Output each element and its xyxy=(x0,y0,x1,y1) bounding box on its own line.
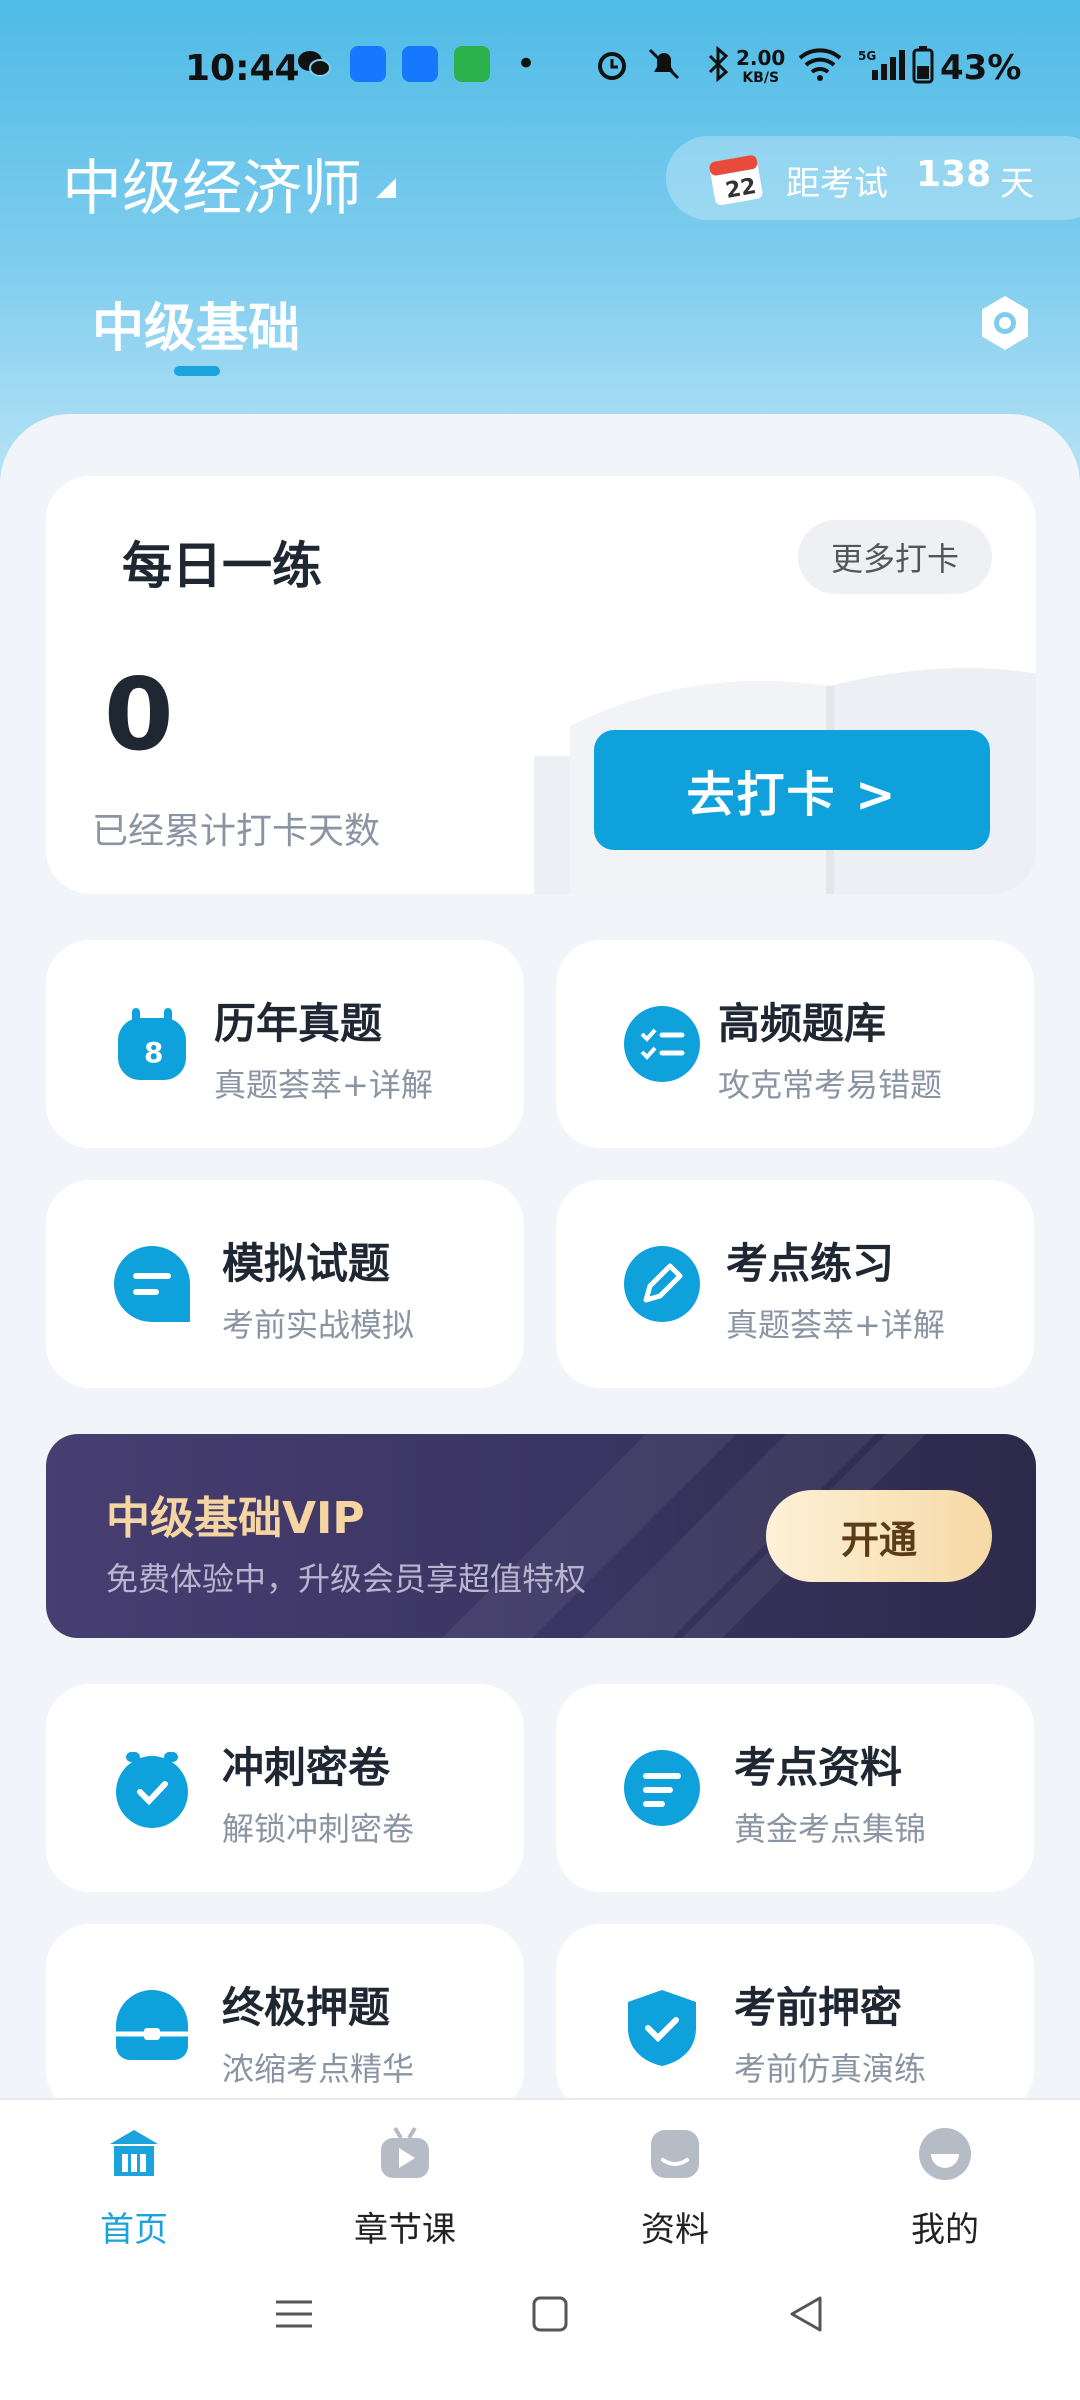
alarm-check-icon xyxy=(116,1752,188,1828)
more-notifications-icon: • xyxy=(516,44,537,84)
feature-title: 终极押题 xyxy=(222,1983,391,2032)
vip-title: 中级基础VIP xyxy=(106,1493,365,1544)
wifi-icon xyxy=(798,46,842,82)
feature-subtitle: 考前仿真演练 xyxy=(734,2050,927,2088)
feature-subtitle: 解锁冲刺密卷 xyxy=(222,1810,415,1848)
settings-icon[interactable] xyxy=(974,292,1036,354)
feature-title: 冲刺密卷 xyxy=(222,1743,391,1792)
vip-banner[interactable]: 中级基础VIP 免费体验中，升级会员享超值特权 开通 xyxy=(46,1434,1036,1638)
wechat-icon xyxy=(296,46,332,82)
feature-title: 考前押密 xyxy=(734,1983,903,2032)
tab-basic[interactable]: 中级基础 xyxy=(92,286,300,361)
feature-title: 高频题库 xyxy=(718,999,887,1048)
network-rate-value: 2.00 xyxy=(736,46,786,70)
mute-icon xyxy=(646,46,682,82)
alarm-icon xyxy=(594,46,630,82)
svg-text:8: 8 xyxy=(144,1036,163,1069)
network-rate: 2.00 KB/S xyxy=(736,48,785,88)
feature-subtitle: 真题荟萃+详解 xyxy=(214,1066,433,1104)
checkin-count-label: 已经累计打卡天数 xyxy=(92,811,381,852)
countdown-days: 138 xyxy=(916,154,992,195)
signal-icon: 5G xyxy=(858,46,906,82)
feature-subtitle: 考前实战模拟 xyxy=(222,1306,415,1344)
chat-bubble-icon xyxy=(114,1246,190,1322)
profile-icon xyxy=(919,2128,971,2180)
exam-countdown[interactable]: 22 距考试 138 天 xyxy=(666,136,1080,220)
briefcase-icon xyxy=(116,1990,188,2060)
vip-subtitle: 免费体验中，升级会员享超值特权 xyxy=(106,1560,587,1598)
message-icon xyxy=(454,46,490,82)
feature-title: 历年真题 xyxy=(214,999,383,1048)
feature-subtitle: 攻克常考易错题 xyxy=(718,1066,943,1104)
shield-check-icon xyxy=(628,1990,696,2066)
feature-point-materials[interactable]: 考点资料 黄金考点集锦 xyxy=(556,1684,1034,1892)
pencil-icon xyxy=(624,1246,700,1322)
feature-title: 考点资料 xyxy=(734,1743,903,1792)
checkin-count: 0 xyxy=(104,656,174,773)
bottom-nav: 首页 章节课 资料 我的 xyxy=(0,2100,1080,2260)
feature-final-predictions[interactable]: 终极押题 浓缩考点精华 xyxy=(46,1924,524,2114)
bluetooth-icon xyxy=(700,45,736,83)
home-square-icon[interactable] xyxy=(528,2292,572,2336)
nav-label: 资料 xyxy=(641,2210,709,2250)
tab-indicator xyxy=(174,366,220,376)
nav-profile[interactable]: 我的 xyxy=(845,2100,1045,2260)
nav-label: 章节课 xyxy=(354,2210,456,2250)
nav-home[interactable]: 首页 xyxy=(34,2100,234,2260)
material-icon xyxy=(651,2130,699,2178)
countdown-unit: 天 xyxy=(1000,164,1034,204)
system-nav-bar xyxy=(0,2260,1080,2400)
countdown-label: 距考试 xyxy=(786,164,888,204)
feature-sprint-papers[interactable]: 冲刺密卷 解锁冲刺密卷 xyxy=(46,1684,524,1892)
svg-text:5G: 5G xyxy=(858,49,876,63)
calendar-icon: 8 xyxy=(118,1008,186,1080)
menu-icon[interactable] xyxy=(272,2292,316,2336)
tv-play-icon xyxy=(381,2126,429,2178)
feature-title: 考点练习 xyxy=(726,1239,895,1288)
exam-selector[interactable]: 中级经济师 xyxy=(62,140,362,227)
feature-subtitle: 黄金考点集锦 xyxy=(734,1810,927,1848)
nav-chapter-course[interactable]: 章节课 xyxy=(305,2100,505,2260)
status-bar: 10:44 • 2.00 KB/S 5G 43% xyxy=(0,0,1080,140)
more-checkin-button[interactable]: 更多打卡 xyxy=(798,520,992,594)
nav-materials[interactable]: 资料 xyxy=(575,2100,775,2260)
checklist-icon xyxy=(624,1006,700,1082)
alipay-icon xyxy=(402,46,438,82)
back-icon[interactable] xyxy=(784,2292,828,2336)
feature-pre-exam-secrets[interactable]: 考前押密 考前仿真演练 xyxy=(556,1924,1034,2114)
daily-title: 每日一练 xyxy=(122,537,322,595)
battery-level: 43% xyxy=(940,48,1022,88)
network-rate-unit: KB/S xyxy=(742,70,780,86)
go-checkin-button[interactable]: 去打卡 > xyxy=(594,730,990,850)
feature-subtitle: 真题荟萃+详解 xyxy=(726,1306,945,1344)
calendar-day: 22 xyxy=(724,174,759,204)
battery-icon xyxy=(912,46,934,84)
app-notification-icon xyxy=(350,46,386,82)
nav-label: 我的 xyxy=(911,2210,979,2250)
feature-high-frequency-bank[interactable]: 高频题库 攻克常考易错题 xyxy=(556,940,1034,1148)
document-lines-icon xyxy=(624,1750,700,1826)
nav-label: 首页 xyxy=(100,2210,168,2250)
feature-subtitle: 浓缩考点精华 xyxy=(222,2050,415,2088)
feature-mock-exams[interactable]: 模拟试题 考前实战模拟 xyxy=(46,1180,524,1388)
caret-down-icon[interactable] xyxy=(376,178,396,198)
feature-title: 模拟试题 xyxy=(222,1239,391,1288)
vip-open-button[interactable]: 开通 xyxy=(766,1490,992,1582)
status-time: 10:44 xyxy=(185,48,300,89)
home-icon xyxy=(110,2130,158,2176)
daily-practice-card: 每日一练 更多打卡 0 已经累计打卡天数 去打卡 > xyxy=(46,476,1036,894)
feature-past-exams[interactable]: 8 历年真题 真题荟萃+详解 xyxy=(46,940,524,1148)
calendar-icon: 22 xyxy=(709,155,763,206)
feature-point-practice[interactable]: 考点练习 真题荟萃+详解 xyxy=(556,1180,1034,1388)
